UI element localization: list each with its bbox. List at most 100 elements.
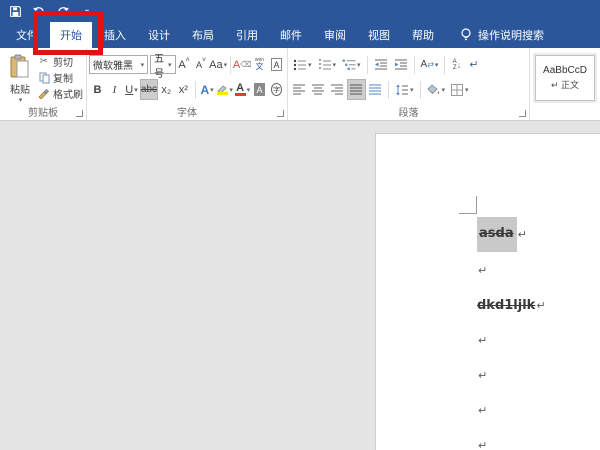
shrink-font-button[interactable]: A ˅ xyxy=(193,54,210,75)
paragraph-mark: ↵ xyxy=(478,404,488,417)
paragraph-dialog-launcher[interactable] xyxy=(519,110,526,117)
customize-quick-access-icon[interactable]: ▾ xyxy=(80,4,94,18)
save-icon[interactable] xyxy=(8,4,22,18)
decrease-indent-button[interactable] xyxy=(371,54,391,75)
tab-view[interactable]: 视图 xyxy=(358,22,400,48)
paragraph-mark: ↵ xyxy=(517,227,527,241)
group-paragraph: ▾ ▾ ▾ A ⇄ ▾ A Z ↓ ↵ ▾ ▾ ▾ 段落 xyxy=(288,48,530,120)
superscript-button[interactable]: x² xyxy=(175,79,192,100)
cut-label: 剪切 xyxy=(53,58,73,69)
clipboard-dialog-launcher[interactable] xyxy=(76,110,83,117)
sort-button[interactable]: A Z ↓ xyxy=(448,54,465,75)
paragraph-line[interactable]: ↵ xyxy=(477,253,546,288)
character-shading-icon: A xyxy=(254,83,265,96)
character-border-icon: A xyxy=(271,58,282,71)
enclose-characters-button[interactable]: 字 xyxy=(268,79,285,100)
tab-layout[interactable]: 布局 xyxy=(182,22,224,48)
tab-file[interactable]: 文件 xyxy=(6,22,48,48)
align-right-icon xyxy=(331,84,343,95)
clear-formatting-button[interactable]: A ⌫ xyxy=(232,54,252,75)
strikethrough-button[interactable]: abc xyxy=(140,79,158,100)
font-size-value: 五号 xyxy=(154,53,165,80)
format-painter-button[interactable]: 格式刷 xyxy=(38,86,83,101)
numbering-icon xyxy=(318,59,331,69)
tell-me-search[interactable]: 操作说明搜索 xyxy=(460,22,544,48)
copy-button[interactable]: 复制 xyxy=(38,70,83,85)
borders-button[interactable]: ▾ xyxy=(448,79,472,100)
grow-font-letter: A xyxy=(178,58,186,71)
redo-icon[interactable] xyxy=(56,4,70,18)
tab-insert[interactable]: 插入 xyxy=(94,22,136,48)
style-card-normal[interactable]: AaBbCcD ↵ 正文 xyxy=(533,53,597,103)
multilevel-list-icon xyxy=(342,59,356,70)
paste-button[interactable]: 粘贴 ▾ xyxy=(2,52,38,104)
underline-button[interactable]: U ▾ xyxy=(123,79,140,100)
paragraph-line[interactable]: dkd1ljlk ↵ xyxy=(477,288,546,323)
tab-help[interactable]: 帮助 xyxy=(402,22,444,48)
increase-indent-icon xyxy=(394,59,407,69)
format-painter-label: 格式刷 xyxy=(53,90,83,101)
bullets-icon xyxy=(293,59,306,70)
justify-button[interactable] xyxy=(347,79,366,100)
selected-text-run[interactable]: asda xyxy=(477,216,517,252)
title-bar: ▾ xyxy=(0,0,600,22)
font-color-button[interactable]: A ▾ xyxy=(234,79,251,100)
group-styles: AaBbCcD ↵ 正文 xyxy=(530,48,600,120)
group-clipboard: 粘贴 ▾ ✂ 剪切 复制 格式刷 剪贴板 xyxy=(0,48,87,120)
distribute-button[interactable] xyxy=(366,79,385,100)
tab-references[interactable]: 引用 xyxy=(226,22,268,48)
increase-indent-button[interactable] xyxy=(391,54,411,75)
paragraph-line[interactable]: ↵ xyxy=(477,393,546,428)
show-hide-marks-button[interactable]: ↵ xyxy=(465,54,482,75)
scissors-icon: ✂ xyxy=(39,56,49,67)
undo-icon[interactable] xyxy=(32,4,46,18)
align-right-button[interactable] xyxy=(328,79,347,100)
margin-crop-mark xyxy=(459,196,477,214)
document-canvas: asda ↵ ↵ dkd1ljlk ↵ ↵ ↵ ↵ ↵ xyxy=(0,121,600,450)
asian-layout-button[interactable]: A ⇄ ▾ xyxy=(418,54,442,75)
align-center-button[interactable] xyxy=(309,79,328,100)
paragraph-line[interactable]: ↵ xyxy=(477,323,546,358)
tab-review[interactable]: 审阅 xyxy=(314,22,356,48)
document-content[interactable]: asda ↵ ↵ dkd1ljlk ↵ ↵ ↵ ↵ ↵ xyxy=(477,215,546,450)
multilevel-list-button[interactable]: ▾ xyxy=(339,54,364,75)
paragraph-line[interactable]: ↵ xyxy=(477,428,546,450)
bullets-button[interactable]: ▾ xyxy=(290,54,315,75)
style-pilcrow: ↵ xyxy=(550,80,559,90)
decrease-indent-icon xyxy=(374,59,387,69)
borders-grid-icon xyxy=(451,83,464,96)
paragraph-line[interactable]: ↵ xyxy=(477,358,546,393)
font-size-combobox[interactable]: 五号 ▾ xyxy=(150,54,176,80)
font-dialog-launcher[interactable] xyxy=(277,110,284,117)
format-painter-icon xyxy=(38,88,50,99)
paste-dropdown-caret[interactable]: ▾ xyxy=(19,96,23,104)
paint-bucket-icon xyxy=(426,83,439,94)
tab-design[interactable]: 设计 xyxy=(138,22,180,48)
bold-button[interactable]: B xyxy=(89,79,106,100)
character-border-button[interactable]: A xyxy=(268,54,285,75)
paragraph-line[interactable]: asda ↵ xyxy=(477,215,546,253)
subscript-button[interactable]: x₂ xyxy=(158,79,175,100)
grow-font-button[interactable]: A ˄ xyxy=(176,54,193,75)
tab-mailings[interactable]: 邮件 xyxy=(270,22,312,48)
character-shading-button[interactable]: A xyxy=(251,79,268,100)
ribbon: 粘贴 ▾ ✂ 剪切 复制 格式刷 剪贴板 微软雅黑 ▾ 五号 ▾ A ˄ A ˅… xyxy=(0,48,600,121)
change-case-letters: Aa xyxy=(209,58,223,71)
paragraph-group-label: 段落 xyxy=(398,108,419,119)
text-effects-button[interactable]: A ▾ xyxy=(199,79,216,100)
shading-button[interactable]: ▾ xyxy=(424,79,449,100)
cut-button[interactable]: ✂ 剪切 xyxy=(38,54,83,69)
font-name-combobox[interactable]: 微软雅黑 ▾ xyxy=(89,55,149,74)
clear-formatting-icon: A xyxy=(232,58,241,71)
strikethrough-text-run[interactable]: dkd1ljlk xyxy=(477,298,535,313)
numbering-button[interactable]: ▾ xyxy=(315,54,340,75)
align-left-button[interactable] xyxy=(290,79,309,100)
change-case-button[interactable]: Aa ▾ xyxy=(209,54,227,75)
tab-home[interactable]: 开始 xyxy=(50,22,92,48)
highlight-color-button[interactable]: ▾ xyxy=(216,79,234,100)
pinyin-guide-button[interactable]: wén 文 xyxy=(251,54,268,75)
style-sample-text: AaBbCcD xyxy=(543,65,587,76)
italic-button[interactable]: I xyxy=(106,79,123,100)
line-spacing-button[interactable]: ▾ xyxy=(392,79,417,100)
document-page[interactable]: asda ↵ ↵ dkd1ljlk ↵ ↵ ↵ ↵ ↵ xyxy=(375,133,600,450)
